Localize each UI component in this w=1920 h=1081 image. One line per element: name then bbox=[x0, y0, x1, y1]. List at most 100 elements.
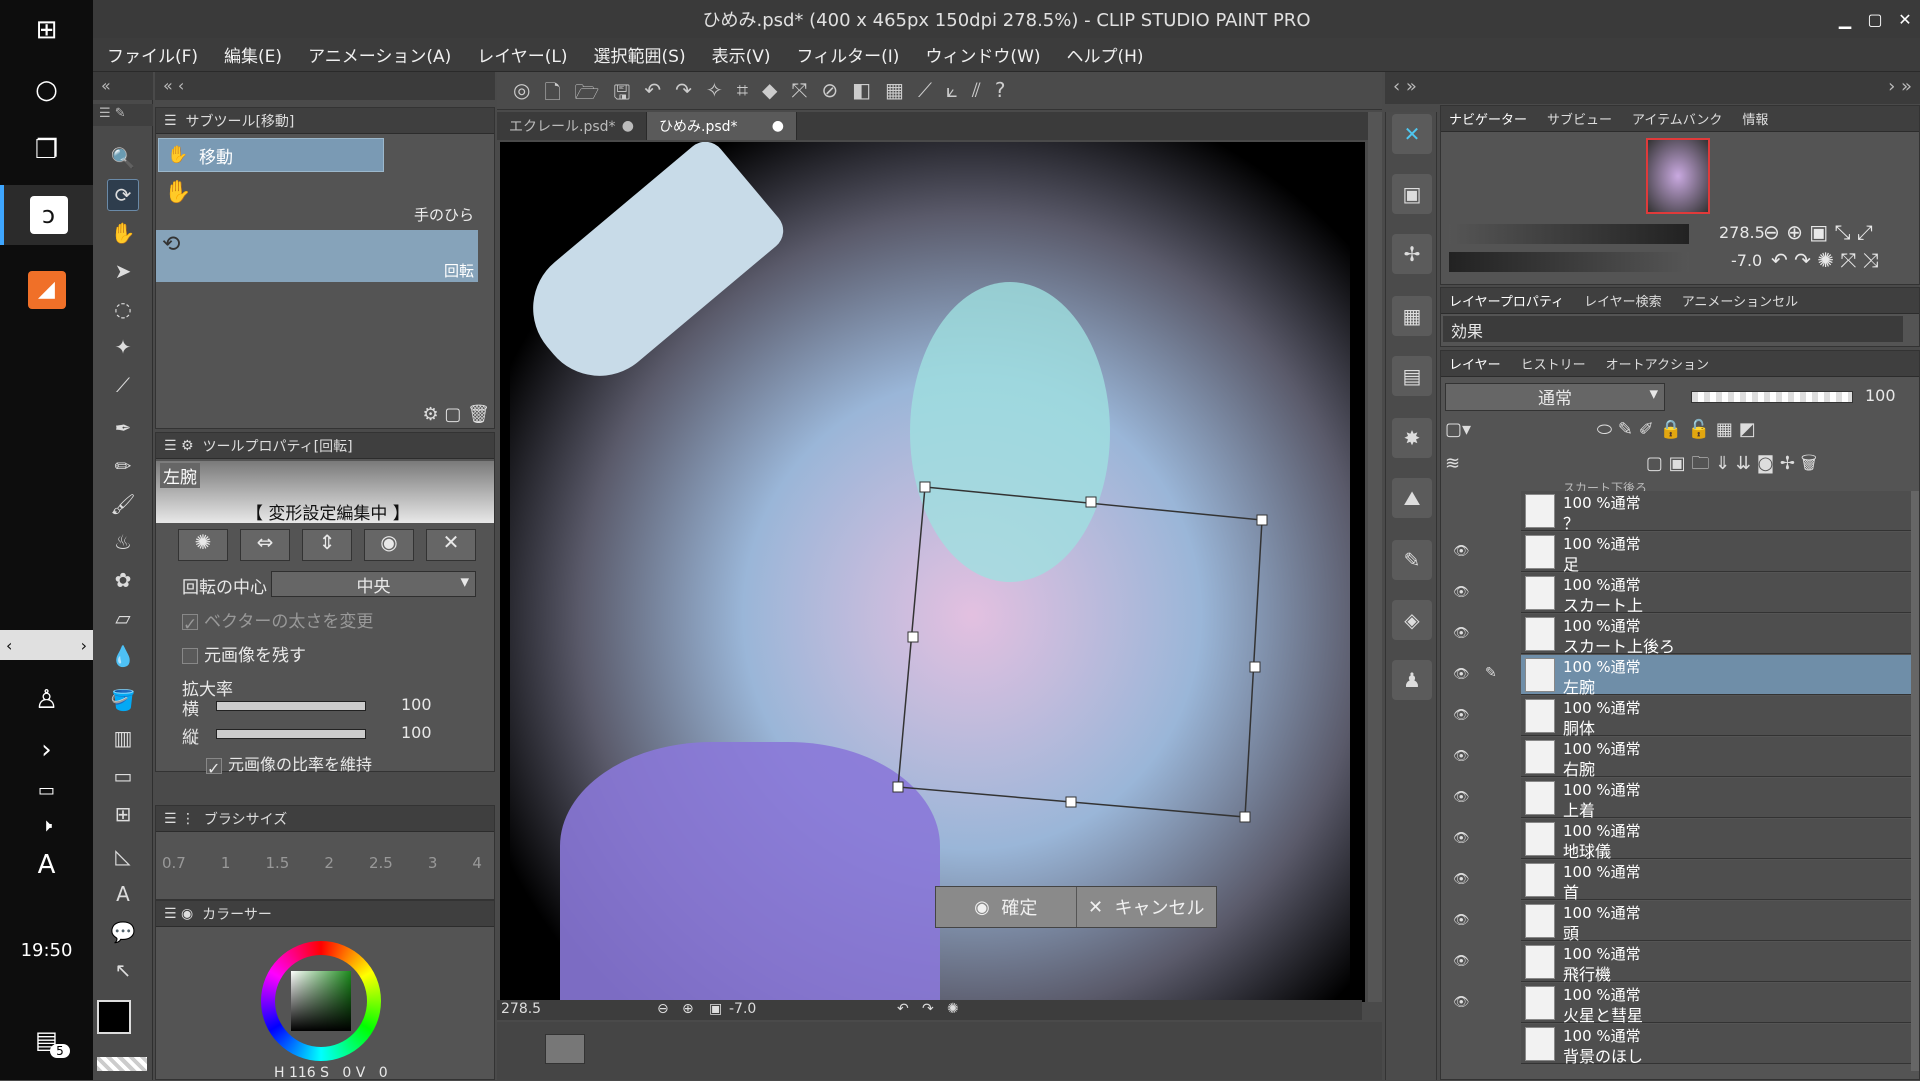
crop-icon[interactable]: ⌗ bbox=[737, 78, 748, 112]
layer-row[interactable]: 100 %通常足 bbox=[1521, 532, 1916, 574]
tab-info[interactable]: 情報 bbox=[1742, 109, 1768, 128]
snap-ruler-icon[interactable]: ⟋ bbox=[918, 78, 932, 112]
tool-menu-icon[interactable]: ☰ ✎ bbox=[93, 104, 153, 126]
cortana-icon[interactable]: ○ bbox=[0, 60, 93, 120]
gradient-tool-icon[interactable]: ▥ bbox=[107, 722, 139, 754]
figure-tool-icon[interactable]: ▭ bbox=[107, 760, 139, 792]
eyedropper-tool-icon[interactable]: ⟋ bbox=[107, 369, 139, 401]
layer-row[interactable]: 100 %通常 地球儀 bbox=[1521, 819, 1916, 861]
brush-tool-icon[interactable]: 🖌 bbox=[107, 488, 139, 520]
vertical-scale-value[interactable]: 100 bbox=[401, 723, 432, 742]
decoration-tool-icon[interactable]: ✿ bbox=[107, 564, 139, 596]
balloon-tool-icon[interactable]: 💬 bbox=[107, 916, 139, 948]
layer-visibility-icon[interactable]: 👁 bbox=[1453, 995, 1470, 1011]
material-background-icon[interactable]: ⛰ bbox=[1392, 478, 1432, 518]
tab-navigator[interactable]: ナビゲーター bbox=[1449, 109, 1527, 128]
layer-visibility-icon[interactable]: 👁 bbox=[1453, 954, 1470, 970]
tab-eclair[interactable]: エクレール.psd* ● bbox=[497, 112, 647, 140]
material-image-icon[interactable]: ▣ bbox=[1392, 174, 1432, 214]
eraser-tool-icon[interactable]: ▱ bbox=[107, 602, 139, 634]
layer-visibility-icon[interactable]: 👁 bbox=[1453, 544, 1470, 560]
navigator-zoom-slider[interactable] bbox=[1449, 224, 1689, 244]
navigator-angle-slider[interactable] bbox=[1449, 252, 1689, 272]
canvas-angle-value[interactable]: -7.0 bbox=[729, 1001, 756, 1017]
combine-down-icon[interactable]: ⇊ bbox=[1736, 453, 1751, 474]
horizontal-scale-value[interactable]: 100 bbox=[401, 695, 432, 714]
brush-size-option[interactable]: 2 bbox=[324, 854, 334, 872]
help-icon[interactable]: ? bbox=[995, 78, 1006, 112]
saturation-value-square[interactable] bbox=[291, 971, 351, 1031]
menu-item-0[interactable]: ファイル(F) bbox=[107, 42, 198, 67]
rotate-right-icon[interactable]: ↷ bbox=[922, 1001, 934, 1017]
minimize-button[interactable]: ▁ bbox=[1830, 0, 1860, 38]
new-subtool-icon[interactable]: ▢ bbox=[444, 404, 461, 425]
task-view-icon[interactable]: ❐ bbox=[0, 120, 93, 180]
taskbar-scroll[interactable]: ‹ › bbox=[0, 630, 93, 660]
save-icon[interactable]: 🖫 bbox=[613, 78, 630, 112]
reset-rotation-icon[interactable]: ✺ bbox=[947, 1001, 959, 1017]
clip-studio-icon[interactable]: ↄ bbox=[0, 185, 93, 245]
layer-visibility-icon[interactable]: 👁 bbox=[1453, 749, 1470, 765]
layer-row[interactable]: 100 %通常？ bbox=[1521, 491, 1916, 533]
tab-close-icon[interactable]: ● bbox=[622, 118, 634, 134]
navigator-angle-value[interactable]: -7.0 bbox=[1731, 251, 1762, 270]
selection-launcher-icon[interactable]: ▦ bbox=[885, 78, 904, 112]
cancel-button[interactable]: ✕ キャンセル bbox=[1077, 887, 1217, 927]
tab-layer-property[interactable]: レイヤープロパティ bbox=[1449, 291, 1564, 310]
undo-icon[interactable]: ↶ bbox=[644, 78, 661, 112]
flip-vertical-icon[interactable]: ⇕ bbox=[302, 529, 352, 561]
menu-item-5[interactable]: 表示(V) bbox=[712, 42, 771, 67]
menu-item-7[interactable]: ウィンドウ(W) bbox=[925, 42, 1040, 67]
close-button[interactable]: ✕ bbox=[1890, 0, 1920, 38]
canvas[interactable]: ◉ 確定 ✕ キャンセル bbox=[500, 142, 1365, 1002]
navigator-zoom-out-icon[interactable]: ⊖ ⊕ ▣ ⤡ ⤢ bbox=[1763, 220, 1873, 244]
clip-studio-logo-icon[interactable]: ◎ bbox=[513, 78, 530, 112]
draft-layer-icon[interactable]: ▦ bbox=[1716, 419, 1733, 440]
auto-select-tool-icon[interactable]: ✦ bbox=[107, 331, 139, 363]
tab-animation-cell[interactable]: アニメーションセル bbox=[1682, 291, 1798, 310]
menu-item-8[interactable]: ヘルプ(H) bbox=[1067, 42, 1144, 67]
clip-studio-paint-icon[interactable]: ◢ bbox=[0, 260, 93, 320]
material-tone-icon[interactable]: ▦ bbox=[1392, 296, 1432, 336]
material-brush-icon[interactable]: ✎ bbox=[1392, 540, 1432, 580]
subtool-item-rotate[interactable]: ⟲ 回転 bbox=[156, 230, 478, 282]
layer-row[interactable]: 100 %通常 上着 bbox=[1521, 778, 1916, 820]
material-effect-icon[interactable]: ✸ bbox=[1392, 418, 1432, 458]
fill-tool-icon[interactable]: 🪣 bbox=[107, 684, 139, 716]
navigator-preview[interactable] bbox=[1646, 138, 1710, 214]
layer-row[interactable]: 100 %通常 胴体 bbox=[1521, 696, 1916, 738]
menu-item-3[interactable]: レイヤー(L) bbox=[477, 42, 567, 67]
layer-row[interactable]: 100 %通常 左腕 bbox=[1521, 655, 1916, 697]
pen-tool-icon[interactable]: ✒ bbox=[107, 412, 139, 444]
keep-ratio-option[interactable]: ✓ 元画像の比率を維持 bbox=[206, 751, 372, 778]
redo-icon[interactable]: ↷ bbox=[675, 78, 692, 112]
collapse-right-icon[interactable]: › » bbox=[1888, 76, 1912, 97]
ime-mode[interactable]: A bbox=[0, 835, 93, 895]
layer-row[interactable]: 100 %通常 スカート上 bbox=[1521, 573, 1916, 615]
correct-line-tool-icon[interactable]: ↖ bbox=[107, 954, 139, 986]
transparent-color-swatch[interactable] bbox=[97, 1057, 147, 1071]
collapse-panel-icon[interactable]: « bbox=[93, 72, 153, 100]
transfer-down-icon[interactable]: ⇓ bbox=[1715, 453, 1730, 474]
layer-visibility-icon[interactable]: 👁 bbox=[1453, 585, 1470, 601]
action-center-icon[interactable]: ▤ 5 bbox=[0, 1010, 93, 1070]
material-3d-icon[interactable]: ✢ bbox=[1392, 234, 1432, 274]
layer-mask-add-icon[interactable]: ◙ bbox=[1757, 453, 1774, 474]
layer-mask-icon[interactable]: ⬭ bbox=[1597, 419, 1612, 440]
layer-visibility-icon[interactable]: 👁 bbox=[1453, 872, 1470, 888]
menu-item-6[interactable]: フィルター(I) bbox=[796, 42, 899, 67]
move-tool-icon[interactable]: ⟳ bbox=[107, 179, 139, 211]
brush-size-option[interactable]: 0.7 bbox=[162, 854, 186, 872]
vector-thickness-option[interactable]: ✓ ベクターの太さを変更 bbox=[182, 607, 373, 635]
layer-row[interactable]: 100 %通常 スカート上後ろ bbox=[1521, 614, 1916, 656]
new-raster-layer-icon[interactable]: ▢ bbox=[1646, 453, 1663, 474]
subtool-settings-icon[interactable]: ⚙ bbox=[423, 404, 439, 425]
lock-layer-icon[interactable]: 🔒 bbox=[1660, 419, 1682, 440]
snap-grid-icon[interactable]: ⟀ bbox=[946, 78, 958, 112]
subtool-group-tab[interactable]: ✋ 移動 bbox=[158, 138, 384, 172]
tab-layer-search[interactable]: レイヤー検索 bbox=[1584, 291, 1662, 310]
keep-original-checkbox[interactable] bbox=[182, 648, 198, 664]
object-tool-icon[interactable]: ➤ bbox=[107, 255, 139, 287]
layer-visibility-icon[interactable]: 👁 bbox=[1453, 667, 1470, 683]
tab-auto-action[interactable]: オートアクション bbox=[1606, 354, 1709, 373]
